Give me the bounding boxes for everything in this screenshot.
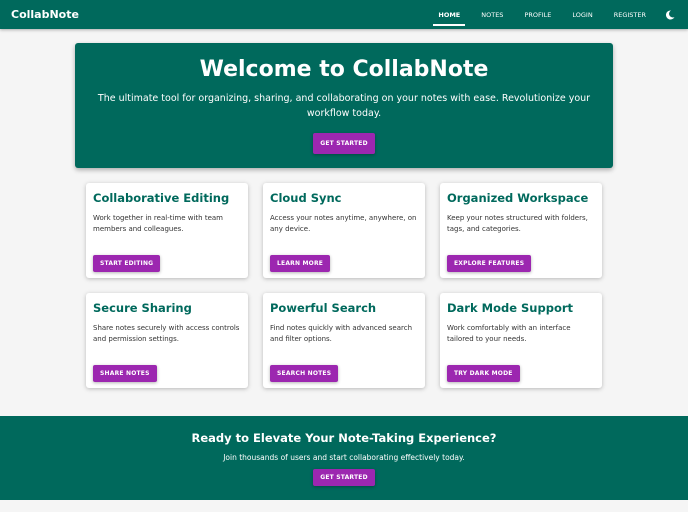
- feature-card: Powerful Search Find notes quickly with a…: [263, 293, 425, 388]
- nav-register[interactable]: REGISTER: [609, 7, 651, 23]
- learn-more-button[interactable]: LEARN MORE: [270, 255, 331, 272]
- explore-features-button[interactable]: EXPLORE FEATURES: [447, 255, 532, 272]
- search-notes-button[interactable]: SEARCH NOTES: [270, 365, 339, 382]
- feature-card: Organized Workspace Keep your notes struc…: [440, 183, 602, 278]
- nav-notes[interactable]: NOTES: [476, 7, 508, 23]
- card-text: Access your notes anytime, anywhere, on …: [270, 214, 417, 233]
- card-title: Secure Sharing: [93, 301, 192, 315]
- feature-card: Secure Sharing Share notes securely with …: [86, 293, 248, 388]
- brand-logo[interactable]: CollabNote: [11, 8, 422, 21]
- hero-title: Welcome to CollabNote: [199, 57, 489, 82]
- card-text: Keep your notes structured with folders,…: [447, 214, 588, 233]
- feature-card: Cloud Sync Access your notes anytime, any…: [263, 183, 425, 278]
- cta-section: Ready to Elevate Your Note-Taking Experi…: [0, 416, 688, 500]
- share-notes-button[interactable]: SHARE NOTES: [93, 365, 157, 382]
- cta-text: Join thousands of users and start collab…: [223, 453, 465, 462]
- cta-get-started-button[interactable]: GET STARTED: [313, 469, 375, 486]
- start-editing-button[interactable]: START EDITING: [93, 255, 161, 272]
- card-text: Share notes securely with access control…: [93, 324, 240, 343]
- card-title: Organized Workspace: [447, 191, 589, 205]
- cta-title: Ready to Elevate Your Note-Taking Experi…: [191, 431, 497, 445]
- feature-card: Collaborative Editing Work together in re…: [86, 183, 248, 278]
- card-text: Find notes quickly with advanced search …: [270, 324, 413, 343]
- card-text: Work comfortably with an interface tailo…: [447, 324, 571, 343]
- card-title: Dark Mode Support: [447, 301, 574, 315]
- navbar: CollabNote HOME NOTES PROFILE LOGIN REGI…: [0, 0, 688, 29]
- card-title: Powerful Search: [270, 301, 377, 315]
- hero-section: Welcome to CollabNote The ultimate tool …: [75, 43, 613, 168]
- get-started-button[interactable]: GET STARTED: [313, 133, 375, 154]
- nav-home[interactable]: HOME: [433, 7, 466, 26]
- card-text: Work together in real-time with team mem…: [93, 214, 223, 233]
- dark-mode-toggle-moon-icon[interactable]: [663, 8, 677, 22]
- nav-login[interactable]: LOGIN: [567, 7, 597, 23]
- hero-text: The ultimate tool for organizing, sharin…: [97, 93, 591, 119]
- feature-card: Dark Mode Support Work comfortably with a…: [440, 293, 602, 388]
- nav-profile[interactable]: PROFILE: [519, 7, 556, 23]
- card-title: Cloud Sync: [270, 191, 342, 205]
- try-dark-mode-button[interactable]: TRY DARK MODE: [447, 365, 520, 382]
- card-title: Collaborative Editing: [93, 191, 230, 205]
